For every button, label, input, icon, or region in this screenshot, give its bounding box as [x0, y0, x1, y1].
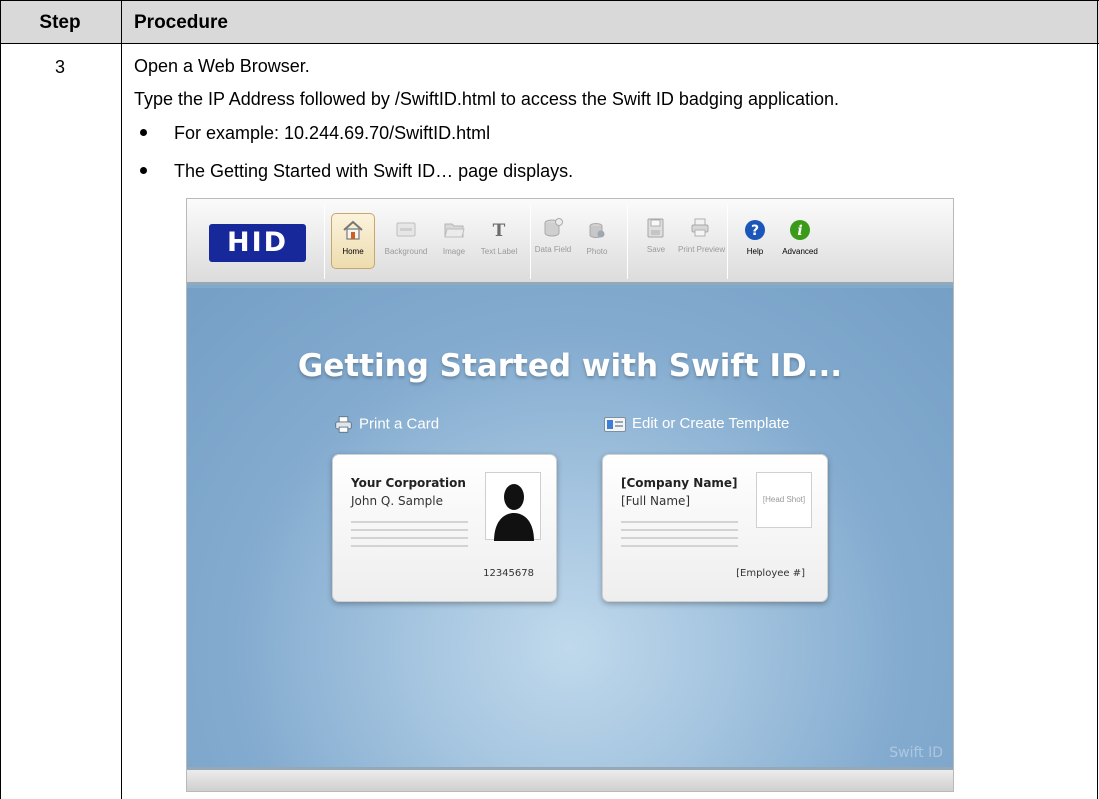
table-border-left — [0, 0, 1, 799]
help-icon: ? — [745, 220, 765, 240]
image-button[interactable]: Image — [432, 213, 476, 269]
home-label: Home — [342, 247, 364, 256]
template-id-card[interactable]: [Company Name] [Full Name] [Head Shot] [… — [602, 454, 828, 602]
toolbar-separator — [727, 205, 728, 279]
data-field-label: Data Field — [534, 245, 572, 254]
card-placeholder-lines — [351, 521, 468, 553]
background-label: Background — [384, 247, 428, 256]
svg-text:T: T — [493, 221, 506, 241]
toolbar-separator — [324, 205, 325, 279]
print-card-link[interactable]: Print a Card — [334, 415, 439, 434]
printer-icon — [335, 416, 352, 433]
image-label: Image — [442, 247, 466, 256]
table-column-divider — [121, 0, 122, 799]
bullet-item-1: For example: 10.244.69.70/SwiftID.html — [134, 123, 490, 144]
getting-started-title: Getting Started with Swift ID... — [297, 348, 843, 384]
advanced-button[interactable]: i Advanced — [778, 213, 822, 269]
edit-template-link[interactable]: Edit or Create Template — [604, 415, 789, 432]
save-label: Save — [646, 245, 666, 254]
template-employee-number: [Employee #] — [736, 568, 805, 579]
text-label-button[interactable]: T Text Label — [477, 213, 521, 269]
procedure-line-1: Open a Web Browser. — [134, 56, 310, 76]
header-step: Step — [39, 12, 81, 33]
hid-logo: HID — [209, 224, 306, 262]
edit-template-label: Edit or Create Template — [632, 415, 790, 432]
bullet-dot-icon — [140, 129, 147, 137]
status-bar — [187, 767, 953, 791]
card-name: John Q. Sample — [351, 494, 443, 508]
floppy-icon — [647, 218, 664, 238]
help-label: Help — [746, 247, 764, 256]
text-icon: T — [493, 221, 506, 241]
step-number: 3 — [54, 57, 65, 77]
home-button[interactable]: Home — [331, 213, 375, 269]
template-company: [Company Name] — [621, 476, 738, 490]
background-icon — [396, 222, 416, 237]
start-canvas: Getting Started with Swift ID... Print a… — [187, 288, 953, 767]
bullet-text-2: The Getting Started with Swift ID… page … — [174, 161, 574, 181]
template-card-icon — [604, 416, 626, 432]
card-number: 12345678 — [483, 568, 534, 579]
svg-text:?: ? — [751, 223, 759, 239]
app-toolbar: HID Home Background Image T Text Label D… — [187, 199, 953, 285]
table-header-row: Step Procedure — [0, 0, 1099, 44]
swift-id-watermark: Swift ID — [889, 745, 943, 761]
background-button[interactable]: Background — [384, 213, 428, 269]
text-label-label: Text Label — [480, 247, 518, 256]
print-preview-label: Print Preview — [678, 245, 726, 254]
template-headshot: [Head Shot] — [756, 472, 812, 528]
person-silhouette-icon — [494, 484, 534, 541]
photo-button[interactable]: Photo — [575, 213, 619, 269]
swift-id-screenshot: HID Home Background Image T Text Label D… — [186, 198, 954, 792]
card-company: Your Corporation — [351, 476, 466, 490]
data-field-button[interactable]: Data Field — [531, 213, 575, 269]
home-icon — [343, 220, 363, 240]
bullet-item-2: The Getting Started with Swift ID… page … — [134, 161, 573, 182]
advanced-label: Advanced — [782, 247, 818, 256]
printer-icon — [691, 218, 709, 237]
bullet-text-1: For example: 10.244.69.70/SwiftID.html — [174, 123, 491, 143]
folder-icon — [444, 223, 465, 238]
table-border-right — [1097, 0, 1098, 799]
print-card-label: Print a Card — [359, 415, 440, 433]
sample-id-card[interactable]: Your Corporation John Q. Sample 12345678 — [332, 454, 557, 602]
svg-text:i: i — [797, 223, 802, 239]
header-procedure: Procedure — [134, 12, 228, 33]
database-icon — [544, 218, 563, 237]
photo-icon — [589, 223, 605, 238]
print-preview-button[interactable]: Print Preview — [678, 213, 726, 269]
info-icon: i — [790, 220, 810, 240]
photo-label: Photo — [586, 247, 608, 256]
template-name: [Full Name] — [621, 494, 691, 508]
card-photo — [485, 472, 541, 541]
save-button[interactable]: Save — [634, 213, 678, 269]
template-placeholder-lines — [621, 521, 738, 553]
bullet-dot-icon — [140, 167, 147, 175]
help-button[interactable]: ? Help — [733, 213, 777, 269]
procedure-line-2: Type the IP Address followed by /SwiftID… — [134, 89, 840, 109]
toolbar-separator — [627, 205, 628, 279]
